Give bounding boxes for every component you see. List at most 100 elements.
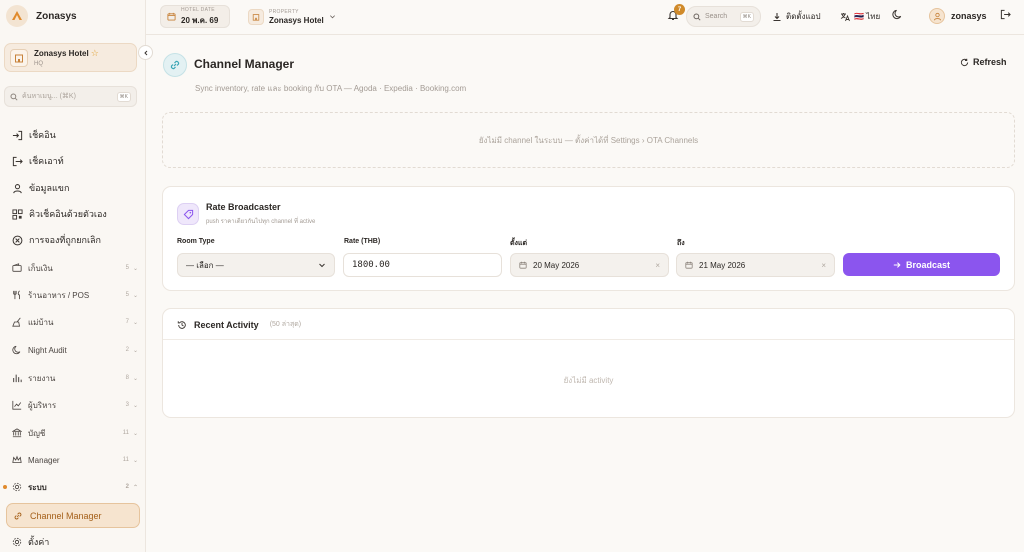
language-selector[interactable]: 🇹🇭 ไทย [840,10,880,23]
from-date-value: 20 May 2026 [533,260,580,270]
sidebar-item-cancelled[interactable]: การจองที่ถูกยกเลิก [12,232,138,248]
to-date-input[interactable]: 21 May 2026 × [676,253,835,277]
sidebar-group-pos[interactable]: ร้านอาหาร / POS 5 ⌄ [12,287,138,303]
property-value: Zonasys Hotel [269,15,324,25]
sidebar-item-self-checkin[interactable]: คิวเช็คอินด้วยตัวเอง [12,206,138,222]
sidebar-group-count: 11 ⌄ [123,430,138,437]
sidebar-group-housekeeping[interactable]: แม่บ้าน 7 ⌄ [12,314,138,330]
global-search-placeholder: Search [705,13,728,20]
page-title: Channel Manager [194,57,295,71]
sidebar-item-label: Channel Manager [30,510,102,521]
chevron-down-icon: ⌄ [132,292,138,299]
calendar-icon [167,12,176,21]
sidebar-group-reports[interactable]: รายงาน 8 ⌄ [12,370,138,386]
install-app-label: ติดตั้งแอป [786,12,821,21]
count-value: 3 [125,402,129,408]
sidebar-group-label: บัญชี [28,428,46,438]
sidebar-group-system[interactable]: ระบบ 2 ⌃ [12,479,138,495]
sidebar-group-count: 11 ⌄ [123,457,138,464]
room-type-value: — เลือก — [186,260,224,270]
sidebar-group-label: Night Audit [28,345,67,355]
room-type-label: Room Type [177,238,215,245]
chevron-down-icon [329,15,335,19]
hotel-switcher[interactable]: Zonasys Hotel ☆ HQ [4,43,137,72]
star-icon[interactable]: ☆ [91,48,99,59]
broadcast-button[interactable]: Broadcast [843,253,1000,276]
link-icon [163,53,187,77]
sidebar-item-label: ข้อมูลแขก [29,183,70,193]
brand-logo-icon [6,5,28,27]
sidebar-group-manager[interactable]: Manager 11 ⌄ [12,452,138,468]
count-value: 11 [122,457,129,463]
sidebar-group-executive[interactable]: ผู้บริหาร 3 ⌄ [12,397,138,413]
sidebar-item-label: คิวเช็คอินด้วยตัวเอง [29,209,107,219]
sidebar-group-accounting[interactable]: บัญชี 11 ⌄ [12,425,138,441]
sidebar-group-count: 2 ⌃ [126,484,138,491]
qr-icon [12,208,23,220]
rate-broadcaster-card: Rate Broadcaster push ราคาเดียวกันไปทุก … [162,186,1015,291]
sidebar-item-checkout[interactable]: เช็คเอาท์ [12,153,138,169]
hotel-date-pill[interactable]: HOTEL DATE 20 พ.ค. 69 [160,5,230,28]
logout-icon [1000,9,1011,20]
hotel-date-label: HOTEL DATE [181,6,215,13]
theme-toggle[interactable] [892,9,903,20]
calendar-icon [685,261,693,269]
broom-icon [12,317,21,327]
user-icon [933,12,941,20]
rate-label: Rate (THB) [344,238,381,245]
sidebar-group-night-audit[interactable]: Night Audit 2 ⌄ [12,342,138,358]
cancel-circle-icon [12,235,23,245]
brand[interactable]: Zonasys [6,5,77,27]
chevron-down-icon: ⌄ [132,402,138,409]
sidebar-group-label: Manager [28,455,60,465]
gear-icon [12,537,22,547]
collapse-sidebar-button[interactable] [138,45,153,60]
from-date-input[interactable]: 20 May 2026 × [510,253,669,277]
recent-activity-card: Recent Activity (50 ล่าสุด) ยังไม่มี act… [162,308,1015,418]
brand-name: Zonasys [36,10,77,22]
clear-icon[interactable]: × [655,261,660,270]
hotel-sub: HQ [34,61,43,67]
sidebar-item-guests[interactable]: ข้อมูลแขก [12,180,138,196]
sidebar-item-label: ตั้งค่า [28,537,50,547]
rate-input[interactable]: 1800.00 [343,253,502,277]
history-icon [177,320,186,329]
room-type-select[interactable]: — เลือก — [177,253,335,277]
refresh-button[interactable]: Refresh [960,57,1007,67]
clear-icon[interactable]: × [821,261,826,270]
sidebar-group-count: 5 ⌄ [126,292,138,299]
sidebar-group-label: ผู้บริหาร [28,400,57,410]
global-search-input[interactable]: Search ⌘K [686,6,761,27]
checkin-icon [12,130,23,140]
search-icon [10,92,18,101]
user-icon [13,183,22,193]
bar-chart-icon [13,374,22,383]
global-search-shortcut: ⌘K [739,11,754,22]
user-name[interactable]: zonasys [951,11,987,21]
sidebar-item-settings[interactable]: ตั้งค่า [12,534,138,550]
tag-icon [177,203,199,225]
chevron-down-icon [319,263,325,268]
sidebar-group-label: เก็บเงิน [28,263,53,273]
recent-activity-empty: ยังไม่มี activity [563,376,614,385]
count-value: 7 [125,319,129,325]
install-app-button[interactable]: ติดตั้งแอป [772,10,821,23]
property-selector[interactable]: PROPERTY Zonasys Hotel [242,5,342,28]
sidebar-search-input[interactable]: ค้นหาเมนู... (⌘K) ⌘K [4,86,137,107]
logout-button[interactable] [1000,9,1011,20]
recent-activity-count: (50 ล่าสุด) [269,321,302,328]
sidebar-item-checkin[interactable]: เช็คอิน [12,127,138,143]
sidebar-group-payments[interactable]: เก็บเงิน 5 ⌄ [12,260,138,276]
avatar[interactable] [929,8,945,24]
sidebar-group-label: แม่บ้าน [28,317,54,327]
moon-icon [892,9,902,20]
sidebar-group-count: 3 ⌄ [126,402,138,409]
sidebar-item-channel-manager[interactable]: Channel Manager [6,503,140,528]
topbar: HOTEL DATE 20 พ.ค. 69 PROPERTY Zonasys H… [146,0,1024,35]
empty-channels-notice: ยังไม่มี channel ในระบบ — ตั้งค่าได้ที่ … [162,112,1015,168]
utensils-icon [13,290,20,300]
sidebar-search-shortcut: ⌘K [116,91,131,102]
chevron-down-icon: ⌄ [132,319,138,326]
count-value: 8 [125,375,129,381]
count-value: 5 [125,292,129,298]
